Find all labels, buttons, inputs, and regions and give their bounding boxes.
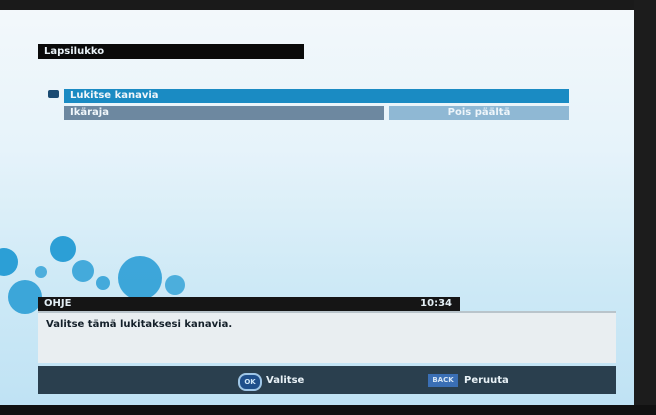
screen-bezel-bottom <box>0 405 656 415</box>
decor-bubble <box>118 256 162 300</box>
help-title: OHJE <box>44 298 72 309</box>
decor-bubble <box>165 275 185 295</box>
button-legend-bar <box>38 366 616 394</box>
menu-pointer-icon <box>48 90 59 98</box>
decor-bubble <box>96 276 110 290</box>
decor-bubble <box>50 236 76 262</box>
decor-bubble <box>8 280 42 314</box>
back-button-icon: BACK <box>428 374 458 387</box>
menu-item-age-limit[interactable]: Ikäraja <box>64 106 384 120</box>
decor-bubble <box>35 266 47 278</box>
decor-bubble <box>0 248 18 276</box>
ok-action-label: Valitse <box>266 375 305 386</box>
ok-button-icon: OK <box>238 373 262 391</box>
help-text: Valitse tämä lukitaksesi kanavia. <box>38 311 616 363</box>
help-header: OHJE 10:34 <box>38 297 460 311</box>
screen-bezel-right <box>634 0 656 415</box>
clock: 10:34 <box>420 298 452 309</box>
decor-bubble <box>72 260 94 282</box>
menu-item-lock-channels[interactable]: Lukitse kanavia <box>64 89 569 103</box>
menu-title: Lapsilukko <box>38 44 304 59</box>
back-action-label: Peruuta <box>464 375 509 386</box>
age-limit-value[interactable]: Pois päältä <box>389 106 569 120</box>
